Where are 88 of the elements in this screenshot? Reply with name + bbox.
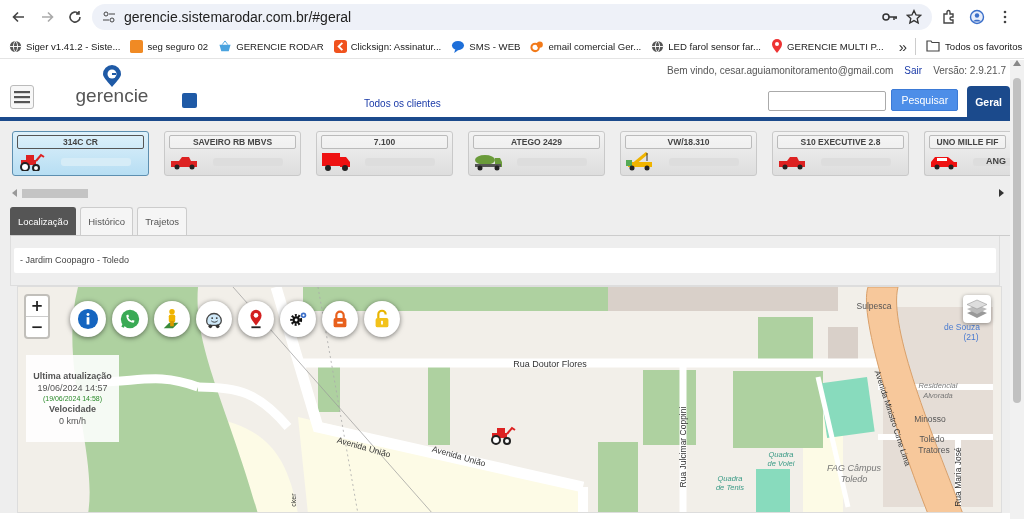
vehicle-card[interactable]: SAVEIRO RB MBVS [164,131,301,176]
reload-icon[interactable] [67,9,83,25]
map-pin-icon [771,39,783,53]
vehicle-name: 314C CR [17,135,144,149]
puzzle-icon[interactable] [941,9,957,25]
vehicle-name: 7.100 [321,135,448,149]
zoom-out-button[interactable]: − [26,316,48,337]
version-text: Versão: 2.9.21.7 [933,65,1006,76]
welcome-text: Bem vindo, cesar.aguiamonitoramento@gmail.com [667,65,894,76]
chat-icon [119,308,141,330]
map-label: Avenida União [335,434,392,460]
vehicle-card[interactable]: S10 EXECUTIVE 2.8 [772,131,909,176]
site-settings-icon[interactable] [102,10,116,24]
map-label: Rua Maria José [953,447,963,507]
layers-icon [966,299,988,319]
key-icon[interactable] [882,11,898,23]
info-icon [77,308,99,330]
map-label: Toledo [919,434,945,444]
profile-icon[interactable] [969,9,985,25]
mixer-truck-icon [473,152,503,171]
vehicle-name: UNO MILLE FIF [929,135,1006,149]
address-text: - Jardim Coopagro - Toledo [14,248,996,273]
arrow-tile-icon [333,39,347,53]
speed-value: 0 km/h [59,416,86,426]
tab[interactable]: Trajetos [137,207,188,235]
map-label: Minosso [914,414,946,424]
page-scrollbar-thumb[interactable] [1013,78,1021,403]
truck-icon [321,152,351,171]
map-label: Avenida União [430,443,487,469]
star-icon[interactable] [906,9,922,25]
map-label: de Souza [944,322,980,332]
menu-button[interactable] [10,85,34,109]
all-bookmarks-folder[interactable]: Todos os favoritos [920,40,1023,52]
zoom-in-button[interactable]: + [26,296,48,316]
vehicle-extra-text: ANG [986,156,1006,166]
map-label: Rua Doutor Flores [513,359,587,369]
vehicle-card[interactable]: UNO MILLE FIF ANG [924,131,1010,176]
bookmark[interactable]: email comercial Ger... [527,37,645,55]
vehicle-name: VW/18.310 [625,135,752,149]
tractor-marker-icon[interactable] [491,426,516,445]
update-title: Ultima atualização [33,371,112,381]
vehicle-name: SAVEIRO RB MBVS [169,135,296,149]
map-label: Tratores [918,445,950,455]
vehicle-card[interactable]: ATEGO 2429 [468,131,605,176]
bookmark[interactable]: GERENCIE MULTI P... [768,37,887,55]
general-tab[interactable]: Geral [967,86,1010,117]
vehicle-card[interactable]: 314C CR [12,131,149,176]
tab[interactable]: Histórico [80,207,134,235]
logout-link[interactable]: Sair [904,65,923,76]
tractor-icon [17,152,47,171]
tile-icon [130,39,144,53]
speed-label: Velocidade [49,404,96,414]
circles-icon [530,39,545,53]
more-bookmarks-button[interactable]: » [890,37,917,55]
bookmark[interactable]: SMS - WEB [448,37,524,55]
map-label: (21) [963,332,979,342]
client-filter-link[interactable]: Todos os clientes [364,98,441,109]
menu-icon [14,90,30,104]
address-bar[interactable]: gerencie.sistemarodar.com.br/#geral [92,4,932,30]
globe-icon [651,39,665,53]
bookmark[interactable]: GERENCIE RODAR [215,37,327,55]
map-label: Sulpesca [856,301,892,311]
vehicle-card[interactable]: VW/18.310 [620,131,757,176]
scroll-right-icon[interactable] [998,189,1004,197]
url-text: gerencie.sistemarodar.com.br/#geral [124,9,353,25]
update-time: 19/06/2024 14:57 [37,383,108,393]
globe-icon [9,39,22,53]
vehicle-card[interactable]: 7.100 [316,131,453,176]
vehicle-name: S10 EXECUTIVE 2.8 [777,135,904,149]
bookmark[interactable]: Clicksign: Assinatur... [330,37,445,55]
map-label: Toledo [840,474,868,484]
logo-wordmark: gerencie [75,87,149,105]
vehicle-name: ATEGO 2429 [473,135,600,149]
map-label: FAG Câmpus [827,463,881,473]
chat-bubble-icon [451,39,466,53]
search-field[interactable] [768,91,887,111]
scrollbar-thumb[interactable] [22,188,88,198]
folder-icon [926,40,941,52]
crane-truck-icon [625,152,655,171]
map-label: Rua Julcimar Coppini [678,406,688,488]
bookmark[interactable]: Siger v1.41.2 - Siste... [6,37,124,55]
logo-pin-icon [102,65,122,87]
basket-icon [218,39,233,53]
tab[interactable]: Localização [10,207,77,235]
bookmark[interactable]: seg seguro 02 [127,37,212,55]
bookmark[interactable]: LED farol sensor far... [648,37,764,55]
back-icon[interactable] [11,9,27,25]
layers-button[interactable] [963,295,991,323]
